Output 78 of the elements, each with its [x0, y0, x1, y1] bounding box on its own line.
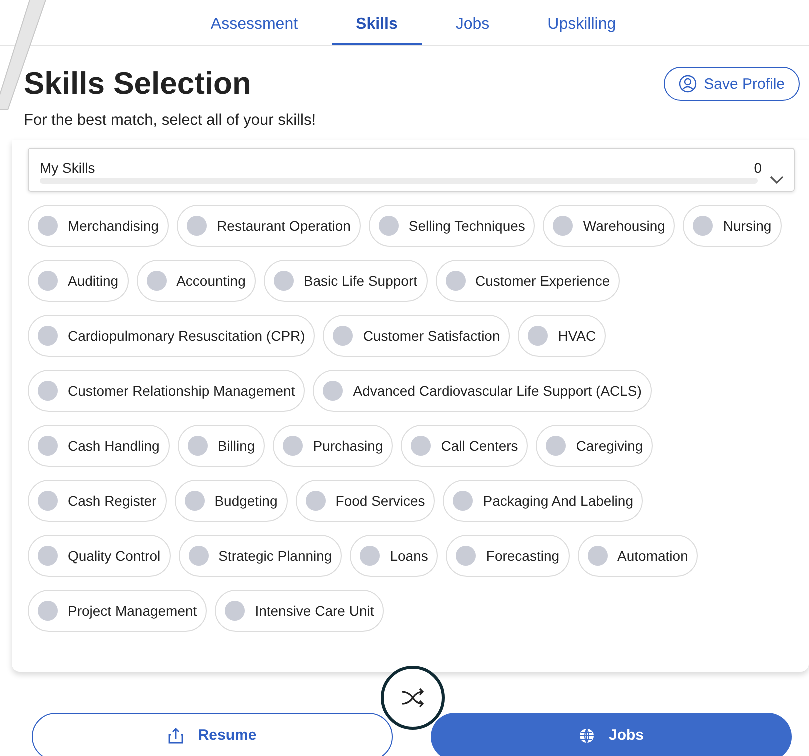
skill-chip[interactable]: Cardiopulmonary Resuscitation (CPR)	[28, 315, 316, 357]
radio-icon	[146, 271, 167, 291]
radio-icon	[333, 326, 354, 346]
shuffle-button[interactable]	[381, 666, 445, 730]
tab[interactable]: Skills	[332, 0, 422, 45]
shuffle-icon	[400, 688, 426, 708]
radio-icon	[283, 436, 304, 456]
skill-chip[interactable]: Cash Handling	[28, 425, 170, 467]
skill-chip[interactable]: Food Services	[296, 480, 436, 522]
skill-chip[interactable]: Intensive Care Unit	[215, 590, 384, 632]
radio-icon	[546, 436, 566, 456]
radio-icon	[188, 546, 209, 566]
skill-chip[interactable]: Strategic Planning	[178, 535, 342, 577]
skill-chip[interactable]: Warehousing	[543, 205, 676, 247]
skill-chip[interactable]: Caregiving	[536, 425, 654, 467]
radio-icon	[184, 491, 205, 511]
skill-chip[interactable]: Auditing	[28, 260, 129, 302]
skill-chip[interactable]: Merchandising	[28, 205, 170, 247]
chevron-down-icon	[770, 176, 784, 185]
skill-chip[interactable]: Customer Satisfaction	[323, 315, 510, 357]
user-icon	[679, 75, 698, 93]
radio-icon	[693, 216, 714, 236]
radio-icon	[38, 546, 58, 566]
skill-chip[interactable]: Customer Experience	[436, 260, 620, 302]
jobs-button[interactable]: Jobs	[431, 713, 792, 756]
radio-icon	[188, 436, 208, 456]
radio-icon	[360, 546, 380, 566]
skill-chip[interactable]: Selling Techniques	[368, 205, 536, 247]
skill-chip[interactable]: Accounting	[136, 260, 256, 302]
tab[interactable]: Assessment	[186, 0, 322, 45]
resume-button[interactable]: Resume	[32, 713, 393, 756]
radio-icon	[38, 326, 58, 346]
skill-chip[interactable]: Project Management	[28, 590, 208, 632]
globe-icon	[578, 728, 595, 744]
skill-chip[interactable]: Budgeting	[174, 480, 288, 522]
radio-icon	[38, 271, 58, 291]
skill-chip[interactable]: Quality Control	[28, 535, 171, 577]
radio-icon	[588, 546, 608, 566]
skill-count: 0	[754, 160, 762, 176]
radio-icon	[456, 546, 476, 566]
radio-icon	[446, 271, 466, 291]
skill-chip[interactable]: HVAC	[518, 315, 606, 357]
skill-chip[interactable]: Purchasing	[273, 425, 394, 467]
subtitle: For the best match, select all of your skills!	[24, 112, 318, 130]
radio-icon	[378, 216, 399, 236]
radio-icon	[553, 216, 574, 236]
radio-icon	[411, 436, 432, 456]
radio-icon	[38, 491, 58, 511]
radio-icon	[38, 381, 58, 401]
skill-chip[interactable]: Advanced Cardiovascular Life Support (ACLS)	[313, 370, 652, 412]
page-title: Skills Selection	[24, 66, 252, 102]
save-profile-button[interactable]: Save Profile	[664, 67, 800, 101]
skill-chip[interactable]: Restaurant Operation	[177, 205, 361, 247]
tab[interactable]: Upskilling	[524, 0, 640, 45]
dropdown-label: My Skills	[40, 160, 96, 176]
skill-chip[interactable]: Billing	[178, 425, 266, 467]
radio-icon	[225, 601, 246, 621]
skill-chip[interactable]: Basic Life Support	[264, 260, 428, 302]
radio-icon	[38, 436, 58, 456]
my-skills-dropdown[interactable]: My Skills 0	[28, 148, 795, 192]
radio-icon	[38, 601, 58, 621]
radio-icon	[453, 491, 474, 511]
skill-chip[interactable]: Cash Register	[28, 480, 167, 522]
skill-chip[interactable]: Call Centers	[401, 425, 528, 467]
radio-icon	[306, 491, 326, 511]
radio-icon	[38, 216, 58, 236]
radio-icon	[323, 381, 344, 401]
skill-chip[interactable]: Loans	[350, 535, 438, 577]
radio-icon	[187, 216, 208, 236]
skill-chip[interactable]: Customer Relationship Management	[28, 370, 306, 412]
skill-chip[interactable]: Forecasting	[446, 535, 570, 577]
radio-icon	[274, 271, 294, 291]
skill-chip[interactable]: Packaging And Labeling	[443, 480, 644, 522]
radio-icon	[528, 326, 548, 346]
skill-chip[interactable]: Nursing	[683, 205, 782, 247]
skill-chip[interactable]: Automation	[578, 535, 698, 577]
tab[interactable]: Jobs	[432, 0, 514, 45]
upload-icon	[168, 728, 184, 744]
